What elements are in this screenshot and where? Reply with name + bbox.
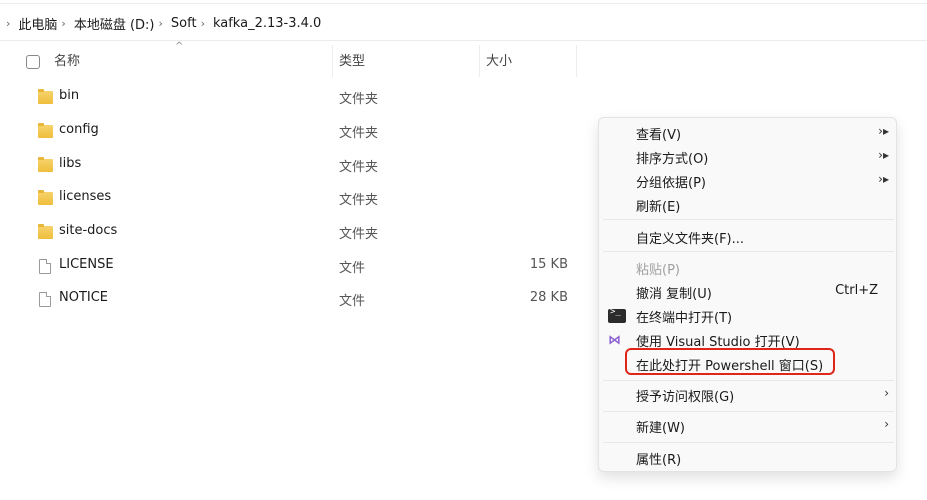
column-header-size[interactable]: 大小 <box>486 41 512 77</box>
file-name: LICENSE <box>59 257 114 272</box>
file-icon <box>39 292 51 307</box>
visual-studio-icon: ⋈ <box>608 333 621 348</box>
menu-item-paste: 粘贴(P) <box>599 256 898 280</box>
column-header-name[interactable]: 名称 <box>54 41 80 77</box>
context-menu: 查看(V) ›▸ 排序方式(O) ›▸ 分组依据(P) ›▸ 刷新(E) 自定义… <box>598 117 897 472</box>
menu-item-grant-access[interactable]: 授予访问权限(G) › <box>599 383 898 407</box>
menu-separator <box>603 411 894 412</box>
column-header-type[interactable]: 类型 <box>339 41 365 77</box>
file-type: 文件夹 <box>339 160 379 175</box>
terminal-icon <box>608 307 626 323</box>
menu-item-refresh[interactable]: 刷新(E) <box>599 193 898 217</box>
menu-item-label: 属性(R) <box>636 453 682 468</box>
breadcrumb-chevron-icon[interactable]: › <box>201 17 205 30</box>
menu-item-label: 粘贴(P) <box>636 263 680 278</box>
menu-item-label: 自定义文件夹(F)... <box>636 232 745 247</box>
menu-item-label: 新建(W) <box>636 421 685 436</box>
file-name: site-docs <box>59 223 118 238</box>
file-row-licenses[interactable]: licenses 文件夹 <box>0 183 600 215</box>
file-row-libs[interactable]: libs 文件夹 <box>0 150 600 182</box>
menu-item-group-by[interactable]: 分组依据(P) ›▸ <box>599 169 898 193</box>
file-row-bin[interactable]: bin 文件夹 <box>0 82 600 114</box>
folder-icon <box>38 190 53 205</box>
menu-item-properties[interactable]: 属性(R) <box>599 446 898 470</box>
folder-icon <box>38 89 53 104</box>
file-row-license[interactable]: LICENSE 文件 15 KB <box>0 251 600 283</box>
menu-separator <box>603 251 894 252</box>
menu-item-customize-folder[interactable]: 自定义文件夹(F)... <box>599 225 898 249</box>
file-type: 文件 <box>339 261 366 276</box>
select-all-checkbox[interactable] <box>26 55 40 69</box>
menu-separator <box>603 219 894 220</box>
menu-item-label: 分组依据(P) <box>636 176 706 191</box>
submenu-arrow-icon: ›▸ <box>878 124 889 138</box>
submenu-arrow-icon: › <box>884 386 889 400</box>
file-row-config[interactable]: config 文件夹 <box>0 116 600 148</box>
breadcrumb-item-soft[interactable]: Soft <box>171 16 197 31</box>
file-name: NOTICE <box>59 290 109 305</box>
window-top-edge <box>0 0 927 4</box>
file-name: config <box>59 122 99 137</box>
file-row-site-docs[interactable]: site-docs 文件夹 <box>0 217 600 249</box>
column-divider[interactable] <box>576 45 577 77</box>
submenu-arrow-icon: › <box>884 417 889 431</box>
column-divider[interactable] <box>479 45 480 77</box>
file-name: libs <box>59 156 82 171</box>
menu-item-label: 排序方式(O) <box>636 152 709 167</box>
menu-item-label: 查看(V) <box>636 128 682 143</box>
folder-icon <box>38 157 53 172</box>
breadcrumb-chevron-icon[interactable]: › <box>159 17 163 30</box>
file-size: 28 KB <box>529 290 568 305</box>
menu-item-shortcut: Ctrl+Z <box>835 283 878 298</box>
menu-item-view[interactable]: 查看(V) ›▸ <box>599 121 898 145</box>
file-name: licenses <box>59 189 112 204</box>
powershell-highlight-annotation <box>625 348 835 375</box>
menu-item-label: 在终端中打开(T) <box>636 311 733 326</box>
column-divider[interactable] <box>332 45 333 77</box>
menu-item-undo-copy[interactable]: 撤消 复制(U) Ctrl+Z <box>599 280 898 304</box>
submenu-arrow-icon: ›▸ <box>878 172 889 186</box>
file-type: 文件夹 <box>339 126 379 141</box>
menu-item-open-in-terminal[interactable]: 在终端中打开(T) <box>599 304 898 328</box>
menu-item-sort-by[interactable]: 排序方式(O) ›▸ <box>599 145 898 169</box>
breadcrumb-item-this-pc[interactable]: 此电脑 <box>18 14 57 33</box>
file-row-notice[interactable]: NOTICE 文件 28 KB <box>0 284 600 316</box>
file-size: 15 KB <box>529 257 568 272</box>
breadcrumb: › 此电脑 › 本地磁盘 (D:) › Soft › kafka_2.13-3.… <box>6 12 321 34</box>
file-icon <box>39 259 51 274</box>
menu-item-label: 授予访问权限(G) <box>636 390 735 405</box>
menu-item-new[interactable]: 新建(W) › <box>599 414 898 438</box>
file-type: 文件 <box>339 294 366 309</box>
folder-icon <box>38 123 53 138</box>
menu-item-label: 撤消 复制(U) <box>636 287 712 302</box>
menu-separator <box>603 442 894 443</box>
breadcrumb-chevron-icon[interactable]: › <box>61 17 65 30</box>
file-type: 文件夹 <box>339 227 379 242</box>
breadcrumb-item-local-disk[interactable]: 本地磁盘 (D:) <box>74 14 155 33</box>
column-header: ^ 名称 类型 大小 <box>0 41 927 81</box>
file-type: 文件夹 <box>339 92 379 107</box>
file-type: 文件夹 <box>339 193 379 208</box>
sort-ascending-icon: ^ <box>175 41 184 52</box>
menu-item-label: 刷新(E) <box>636 200 681 215</box>
breadcrumb-chevron-icon[interactable]: › <box>6 17 10 30</box>
file-name: bin <box>59 88 80 103</box>
folder-icon <box>38 224 53 239</box>
menu-separator <box>603 380 894 381</box>
breadcrumb-item-kafka[interactable]: kafka_2.13-3.4.0 <box>213 16 321 31</box>
submenu-arrow-icon: ›▸ <box>878 148 889 162</box>
